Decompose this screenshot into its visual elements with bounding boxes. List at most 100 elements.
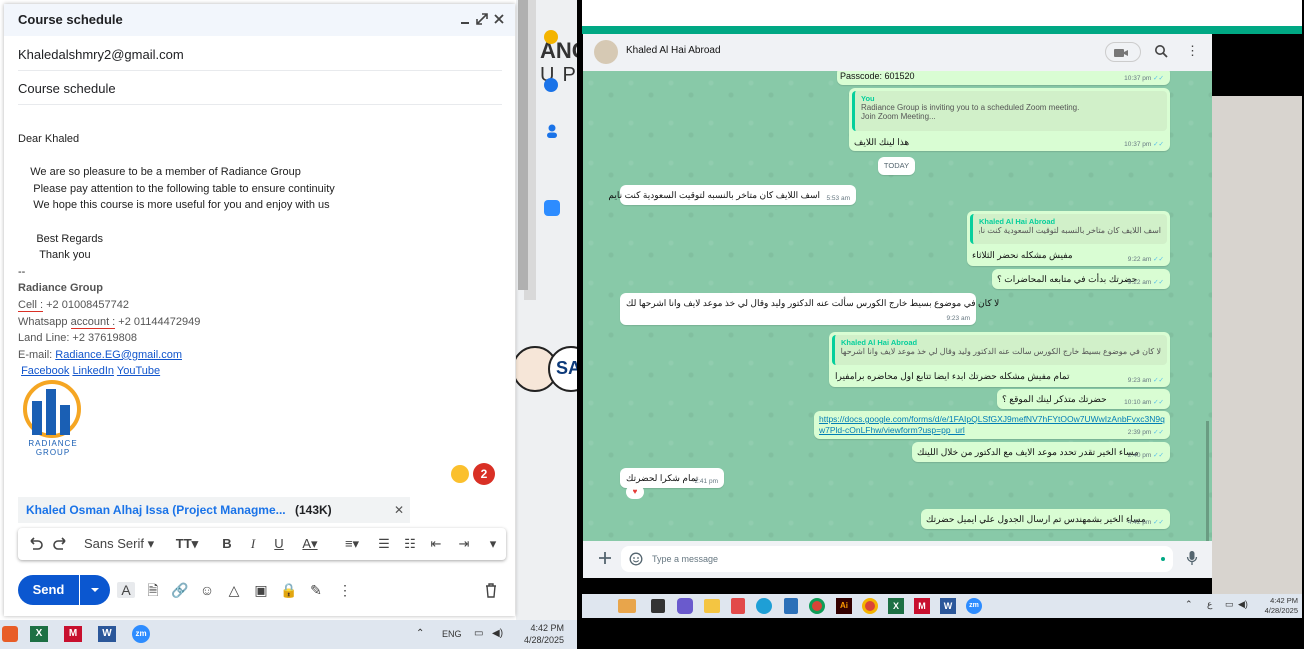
form-link[interactable]: https://docs.google.com/forms/d/e/1FAIpQ… <box>819 414 1165 424</box>
heart-reaction-icon[interactable]: ♥ <box>626 485 644 499</box>
contact-name[interactable]: Khaled Al Hai Abroad <box>626 45 721 56</box>
bulleted-list-icon[interactable]: ☷ <box>402 536 418 552</box>
facebook-link[interactable]: Facebook <box>21 365 69 377</box>
app-icon[interactable] <box>731 598 745 614</box>
text-color-icon[interactable]: A▾ <box>298 536 322 552</box>
chrome-icon[interactable] <box>809 598 825 614</box>
quoted-message[interactable]: Khaled Al Hai Abroad اسف اللايف كان متاخ… <box>970 214 1167 244</box>
search-icon[interactable] <box>1154 44 1168 58</box>
font-select[interactable]: Sans Serif ▾ <box>84 536 158 552</box>
language-indicator[interactable]: ENG <box>442 629 462 639</box>
app-icon[interactable] <box>2 626 18 642</box>
indent-less-icon[interactable]: ⇤ <box>428 536 444 552</box>
logo-circle: SA <box>548 346 577 392</box>
clock-time[interactable]: 4:42 PM <box>1250 596 1298 605</box>
linkedin-link[interactable]: LinkedIn <box>72 365 114 377</box>
volume-icon[interactable]: ◀) <box>492 628 503 639</box>
youtube-link[interactable]: YouTube <box>117 365 160 377</box>
plus-icon[interactable] <box>598 551 612 565</box>
app-icon[interactable] <box>618 599 636 613</box>
chrome-icon[interactable] <box>862 598 878 614</box>
copilot-icon[interactable] <box>677 598 693 614</box>
font-size-icon[interactable]: TT▾ <box>172 536 202 552</box>
excel-icon[interactable]: X <box>888 598 904 614</box>
app-icon[interactable] <box>651 599 665 613</box>
avatar[interactable] <box>594 40 618 64</box>
signature-icon[interactable]: ✎ <box>308 582 324 598</box>
zoom-icon[interactable] <box>544 200 560 216</box>
remove-attachment-icon[interactable]: ✕ <box>394 503 404 517</box>
italic-icon[interactable]: I <box>246 536 260 552</box>
video-call-button[interactable] <box>1105 42 1141 62</box>
clock-date[interactable]: 4/28/2025 <box>1250 606 1298 615</box>
format-text-icon[interactable]: A <box>117 582 135 598</box>
input-placeholder: Type a message <box>652 554 719 564</box>
illustrator-icon[interactable]: Ai <box>836 598 852 614</box>
compose-header: Course schedule <box>4 4 515 36</box>
indent-more-icon[interactable]: ⇥ <box>456 536 472 552</box>
clock-date[interactable]: 4/28/2025 <box>512 635 564 645</box>
word-icon[interactable]: W <box>940 598 956 614</box>
mic-icon[interactable] <box>1186 550 1198 566</box>
align-icon[interactable]: ≡▾ <box>338 536 366 552</box>
chevron-up-icon[interactable]: ⌃ <box>416 628 424 639</box>
to-field[interactable]: Khaledalshmry2@gmail.com <box>18 38 502 71</box>
insert-link-icon[interactable]: 🔗 <box>171 582 189 598</box>
message-time: 9:22 am ✓✓ <box>1128 278 1164 286</box>
send-button[interactable]: Send <box>18 575 79 605</box>
message-list[interactable]: Passcode: 601520 10:37 pm ✓✓ You Radianc… <box>583 71 1212 541</box>
insert-emoji-icon[interactable]: ☺ <box>199 582 215 598</box>
word-icon[interactable]: W <box>98 626 116 642</box>
quoted-message[interactable]: Khaled Al Hai Abroad لا كان في موضوع بسي… <box>832 335 1167 365</box>
fullscreen-icon[interactable] <box>475 12 489 26</box>
trash-icon[interactable] <box>484 582 500 598</box>
bold-icon[interactable]: B <box>220 536 234 552</box>
subject-field[interactable]: Course schedule <box>18 72 502 105</box>
language-indicator[interactable]: ع <box>1207 599 1212 610</box>
quoted-message[interactable]: You Radiance Group is inviting you to a … <box>852 91 1167 131</box>
network-icon[interactable]: ▭ <box>474 628 483 639</box>
read-ticks-icon: ✓✓ <box>1153 399 1164 406</box>
numbered-list-icon[interactable]: ☰ <box>376 536 392 552</box>
email-link[interactable]: Radiance.EG@gmail.com <box>55 349 182 361</box>
drive-icon[interactable]: △ <box>226 582 242 598</box>
network-icon[interactable]: ▭ <box>1225 599 1234 610</box>
zoom-app-icon[interactable]: zm <box>132 625 150 643</box>
form-link[interactable]: w7Pld-cOnLFhw/viewform?usp=pp_url <box>819 425 965 435</box>
folder-icon[interactable] <box>704 599 720 613</box>
underline-icon[interactable]: U <box>272 536 286 552</box>
attach-file-icon[interactable]: 🗎 <box>145 582 161 598</box>
excel-icon[interactable]: X <box>30 626 48 642</box>
notification-badge[interactable]: 2 <box>473 463 495 485</box>
confidential-mode-icon[interactable]: 🔒 <box>280 582 297 598</box>
scrollbar[interactable] <box>1206 421 1209 541</box>
minimize-icon[interactable] <box>458 12 472 26</box>
more-formatting-icon[interactable]: ▾ <box>486 536 500 552</box>
message-time: 5:53 am <box>826 195 851 202</box>
redo-icon[interactable] <box>52 536 70 552</box>
chevron-up-icon[interactable]: ⌃ <box>1185 599 1193 610</box>
mcafee-icon[interactable]: M <box>914 598 930 614</box>
close-icon[interactable] <box>492 12 506 26</box>
send-options-button[interactable] <box>80 575 110 605</box>
time-text: 9:23 am <box>1127 377 1152 384</box>
email-body[interactable]: Dear Khaled We are so pleasure to be a m… <box>18 131 498 380</box>
more-options-icon[interactable]: ⋮ <box>338 582 352 598</box>
app-icon[interactable] <box>784 598 798 614</box>
attachment-chip[interactable]: Khaled Osman Alhaj Issa (Project Managme… <box>18 497 410 523</box>
emoji-icon[interactable] <box>629 552 643 566</box>
undo-icon[interactable] <box>26 536 44 552</box>
insert-photo-icon[interactable]: ▣ <box>253 582 269 598</box>
menu-icon[interactable]: ⋮ <box>1186 44 1199 58</box>
edge-icon[interactable] <box>756 598 772 614</box>
mcafee-icon[interactable]: M <box>64 626 82 642</box>
clock-time[interactable]: 4:42 PM <box>512 623 564 633</box>
emoji-icon[interactable] <box>451 465 469 483</box>
person-icon[interactable] <box>546 124 558 138</box>
body-line <box>18 214 498 231</box>
zoom-app-icon[interactable]: zm <box>966 598 982 614</box>
scrollbar[interactable] <box>518 0 528 290</box>
message-text: تمام شكرا لحضرتك <box>626 473 699 483</box>
volume-icon[interactable]: ◀) <box>1238 599 1248 610</box>
message-input[interactable]: Type a message <box>621 546 1173 572</box>
